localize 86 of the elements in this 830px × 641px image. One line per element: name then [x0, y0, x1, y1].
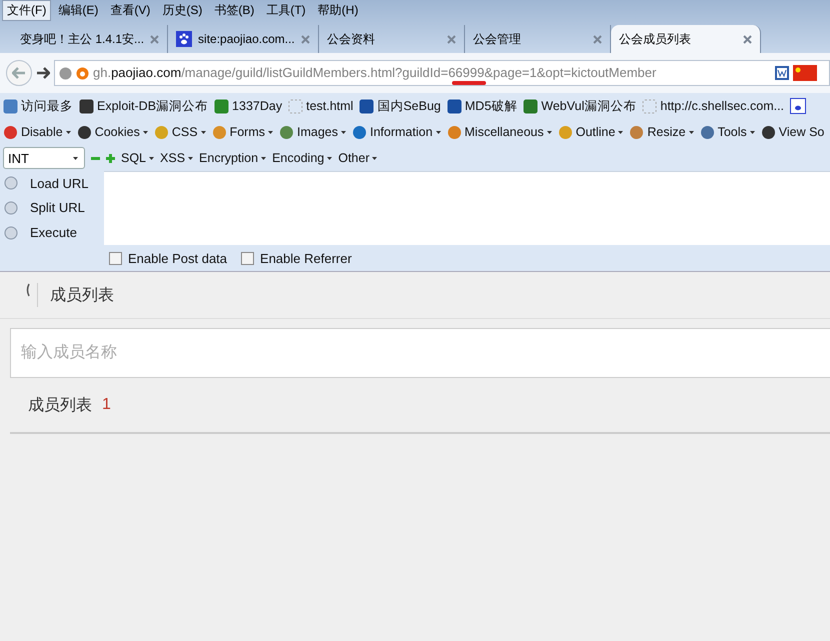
- toolbar-menu[interactable]: Outline: [558, 124, 624, 140]
- bookmark-icon: [359, 98, 374, 114]
- bookmark[interactable]: http://c.shellsec.com...: [642, 98, 784, 114]
- caret-icon: [750, 130, 755, 134]
- caret-icon: [200, 130, 206, 134]
- menu-item[interactable]: 书签(B): [209, 0, 260, 21]
- url-text: gh.paojiao.com/manage/guild/listGuildMembers.html?guildId=66999&page=1&opt=kictoutMember: [93, 65, 771, 81]
- circle-icon: [4, 176, 18, 190]
- toolbar-menu[interactable]: Images: [278, 124, 346, 140]
- hackbar-menu[interactable]: Encoding: [272, 151, 332, 165]
- page-title: 成员列表: [50, 286, 114, 306]
- close-icon[interactable]: [592, 34, 602, 44]
- close-icon[interactable]: [742, 34, 752, 44]
- caret-icon: [149, 156, 154, 160]
- url-input[interactable]: [104, 171, 830, 245]
- hackbar-action[interactable]: Split URL: [0, 200, 104, 216]
- search-field[interactable]: 输入成员名称: [10, 328, 830, 378]
- back-button[interactable]: [26, 283, 38, 307]
- hackbar-menu[interactable]: Other: [338, 151, 378, 165]
- bookmark-icon: [79, 98, 94, 114]
- caret-icon: [340, 130, 346, 134]
- bookmark[interactable]: MD5破解: [446, 98, 518, 114]
- hackbar-action[interactable]: Execute: [0, 225, 104, 240]
- bookmark-icon: [446, 98, 462, 114]
- menu-item[interactable]: 帮助(H): [312, 0, 364, 21]
- list-title: 成员列表: [28, 396, 92, 416]
- word-icon: [775, 66, 789, 80]
- close-icon[interactable]: [150, 34, 160, 44]
- bookmark-icon: [3, 98, 18, 114]
- caret-icon: [268, 130, 273, 134]
- caret-icon: [618, 130, 624, 134]
- forward-button[interactable]: [36, 67, 50, 79]
- bookmark[interactable]: Exploit-DB漏洞公布: [79, 98, 208, 114]
- toolbar-menu[interactable]: View So: [760, 124, 824, 140]
- toolbar-menu[interactable]: Miscellaneous: [446, 124, 552, 140]
- menu-item[interactable]: 文件(F): [2, 0, 52, 21]
- bracket-icon: [26, 283, 30, 297]
- close-icon[interactable]: [300, 34, 310, 44]
- hackbar-menu[interactable]: SQL: [121, 151, 154, 165]
- hackbar-menu[interactable]: XSS: [160, 151, 194, 165]
- bookmark[interactable]: 国内SeBug: [359, 98, 441, 114]
- flag-icon: [793, 65, 817, 81]
- menu-item[interactable]: 查看(V): [105, 0, 156, 21]
- caret-icon: [188, 156, 194, 160]
- bookmark-icon: [642, 98, 658, 114]
- address-bar[interactable]: gh.paojiao.com/manage/guild/listGuildMembers.html?guildId=66999&page=1&opt=kictoutMember: [54, 60, 830, 86]
- bookmark[interactable]: test.html: [288, 98, 354, 114]
- close-icon[interactable]: [446, 34, 456, 44]
- bookmark[interactable]: 1337Day: [214, 98, 282, 114]
- caret-icon: [327, 156, 332, 160]
- caret-icon: [142, 130, 148, 134]
- type-select[interactable]: INT: [3, 147, 85, 169]
- bookmark-icon: [288, 98, 304, 114]
- toolbar-menu[interactable]: Cookies: [76, 124, 148, 140]
- caret-icon: [436, 130, 441, 134]
- bookmark[interactable]: WebVul漏洞公布: [523, 98, 636, 114]
- back-arrow-icon: [12, 67, 26, 79]
- caret-icon: [73, 156, 78, 160]
- toolbar-menu[interactable]: CSS: [154, 124, 206, 140]
- option-checkbox[interactable]: Enable Post data: [109, 250, 228, 266]
- bookmark-icon: [523, 98, 538, 114]
- toolbar-menu[interactable]: Resize: [629, 124, 694, 140]
- circle-icon: [4, 200, 18, 215]
- caret-icon: [546, 130, 552, 134]
- toolbar-menu[interactable]: Disable: [3, 124, 71, 140]
- caret-icon: [261, 156, 266, 160]
- menu-item[interactable]: 历史(S): [157, 0, 208, 21]
- hackbar-action[interactable]: Load URL: [0, 176, 104, 191]
- circle-icon: [4, 226, 18, 240]
- bookmark[interactable]: 访问最多: [3, 98, 73, 114]
- browser-tab[interactable]: 公会成员列表: [610, 25, 761, 53]
- caret-icon: [372, 156, 378, 160]
- forward-arrow-icon: [36, 67, 50, 79]
- highlight-underline: [452, 81, 486, 85]
- menu-item[interactable]: 编辑(E): [53, 0, 104, 21]
- toolbar-menu[interactable]: Tools: [700, 124, 755, 140]
- toolbar-menu[interactable]: Information: [352, 124, 441, 140]
- toolbar-menu[interactable]: Forms: [212, 124, 273, 140]
- menu-item[interactable]: 工具(T): [261, 0, 311, 21]
- bookmark-icon: [214, 98, 230, 114]
- member-count: 1: [102, 396, 111, 414]
- option-checkbox[interactable]: Enable Referrer: [241, 250, 352, 266]
- caret-icon: [688, 130, 694, 134]
- hackbar-menu[interactable]: Encryption: [199, 151, 266, 165]
- caret-icon: [66, 130, 71, 134]
- plus-icon[interactable]: [106, 154, 115, 162]
